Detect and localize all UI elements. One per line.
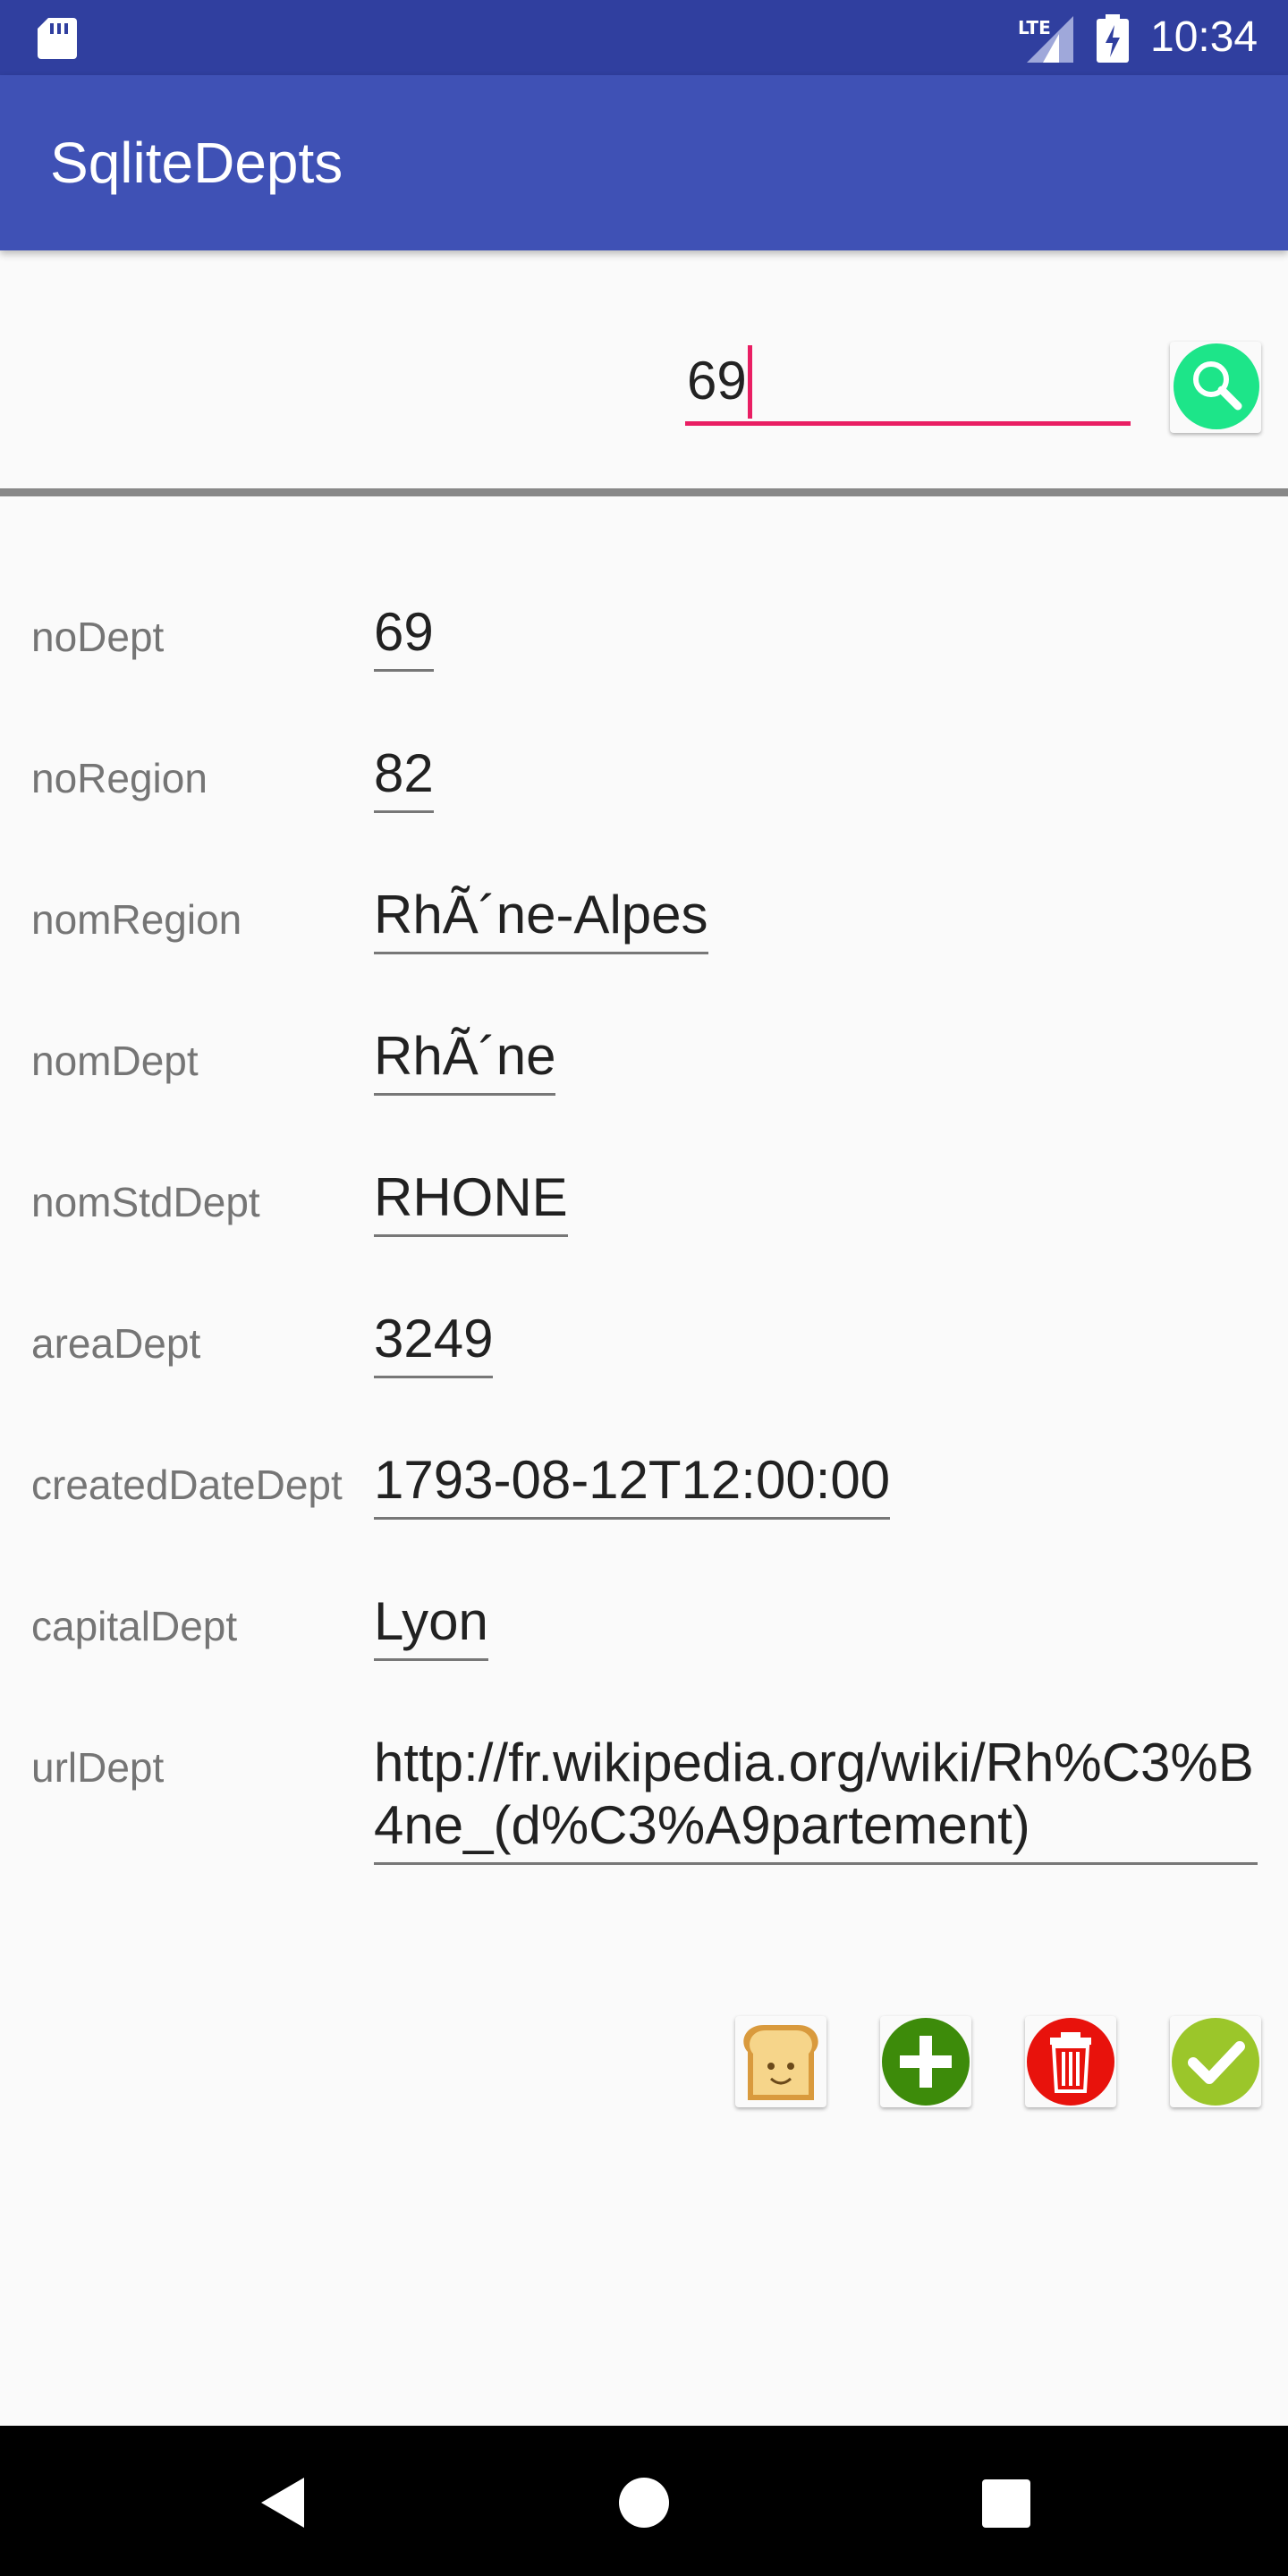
svg-text:LTE: LTE [1018,17,1051,38]
add-button[interactable] [880,2016,971,2107]
label-no-dept: noDept [31,614,165,660]
home-icon[interactable] [617,2476,671,2529]
label-nom-region: nomRegion [31,896,242,943]
field-no-dept[interactable]: 69 [374,601,434,672]
field-nom-dept[interactable]: RhÃ´ne [374,1025,556,1096]
label-url-dept: urlDept [31,1744,165,1791]
check-icon [1172,2018,1259,2106]
validate-button[interactable] [1170,2016,1261,2107]
field-nom-std-dept[interactable]: RHONE [374,1166,568,1237]
clock: 10:34 [1150,13,1258,61]
toast-button[interactable] [735,2016,826,2107]
sd-card-icon [38,18,77,59]
toast-icon [743,2025,818,2100]
system-navigation-bar [0,2426,1288,2576]
label-capital-dept: capitalDept [31,1603,238,1649]
field-area-dept[interactable]: 3249 [374,1308,494,1378]
label-nom-dept: nomDept [31,1038,199,1084]
label-nom-std-dept: nomStdDept [31,1179,260,1225]
battery-charging-icon [1097,14,1129,63]
label-no-region: noRegion [31,755,208,801]
back-icon[interactable] [258,2476,308,2529]
trash-icon [1027,2018,1114,2106]
plus-icon [882,2018,970,2106]
app-title: SqliteDepts [50,131,343,195]
field-created-date-dept[interactable]: 1793-08-12T12:00:00 [374,1449,891,1520]
field-nom-region[interactable]: RhÃ´ne-Alpes [374,884,708,954]
label-area-dept: areaDept [31,1320,201,1367]
field-url-dept[interactable]: http://fr.wikipedia.org/wiki/Rh%C3%B4ne_… [374,1732,1258,1865]
recents-icon[interactable] [982,2479,1030,2528]
delete-button[interactable] [1025,2016,1116,2107]
search-icon [1174,343,1259,429]
lte-signal-icon: LTE [1018,16,1073,63]
field-no-region[interactable]: 82 [374,742,434,813]
field-capital-dept[interactable]: Lyon [374,1590,488,1661]
status-bar: LTE 10:34 [0,0,1288,75]
search-button[interactable] [1170,342,1261,433]
label-created-date-dept: createdDateDept [31,1462,343,1508]
text-cursor [748,345,752,419]
app-bar: SqliteDepts [0,75,1288,250]
section-divider [0,488,1288,496]
